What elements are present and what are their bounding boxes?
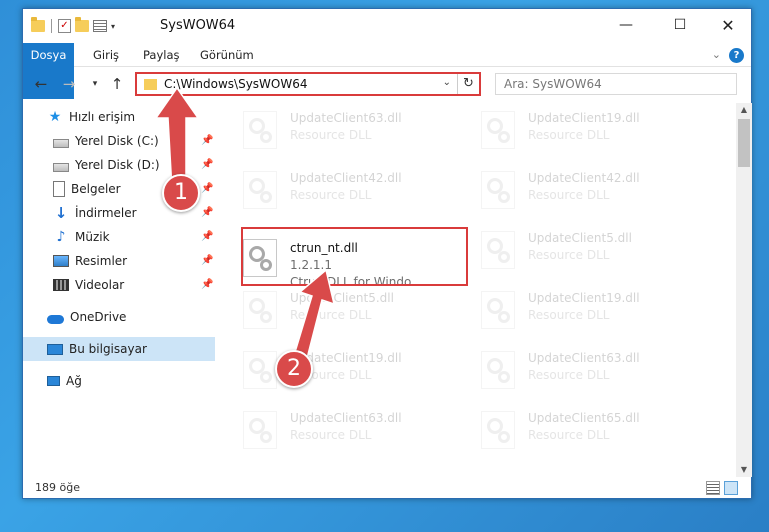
annotation-arrows — [154, 86, 336, 372]
step-marker-1: 1 — [162, 174, 200, 212]
step-marker-2: 2 — [275, 350, 313, 388]
